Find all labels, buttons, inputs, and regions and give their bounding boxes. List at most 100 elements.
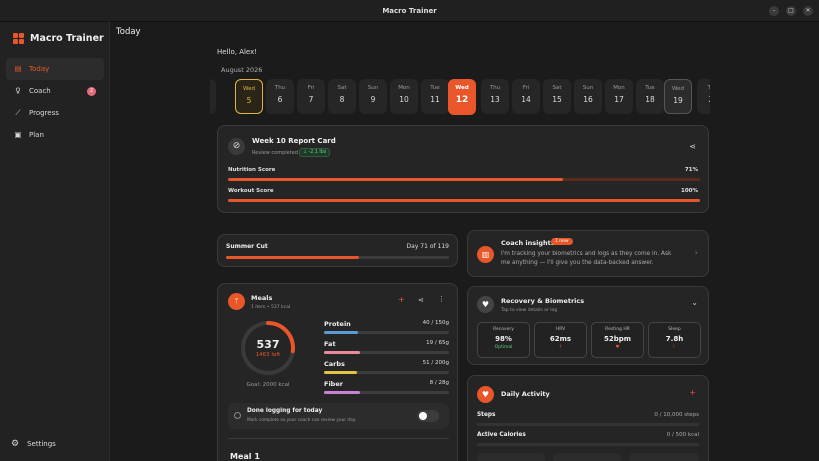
coach-insights-title: Coach insights: [501, 239, 555, 247]
active-calories-bar: [477, 443, 699, 446]
day-12[interactable]: Wed 12: [448, 79, 476, 115]
meal-1-title[interactable]: Meal 1: [230, 452, 260, 461]
heart-icon: ♥: [477, 386, 494, 403]
sidebar-item-label: Coach: [29, 87, 51, 95]
done-logging-subtitle: Mark complete so your coach can review y…: [247, 418, 357, 423]
checkbox-circle-icon[interactable]: [234, 412, 241, 419]
macro-value: 19 / 65g: [426, 340, 449, 346]
chevron-right-icon: ›: [694, 248, 698, 257]
sidebar-item-progress[interactable]: ⟋ Progress: [6, 102, 104, 124]
day-number: 18: [645, 95, 655, 104]
activity-tile[interactable]: [553, 453, 621, 461]
program-progress-text: Day 71 of 119: [406, 243, 449, 250]
sidebar-item-plan[interactable]: ▣ Plan: [6, 124, 104, 146]
activity-tile[interactable]: [629, 453, 699, 461]
report-subtitle: Review completed: [252, 150, 298, 156]
program-progress-bar: [226, 256, 449, 259]
day-number: 19: [673, 96, 683, 105]
maximize-button[interactable]: □: [786, 6, 796, 16]
window-titlebar: Macro Trainer – □ ✕: [0, 0, 819, 22]
day-18[interactable]: Tue 18: [636, 79, 664, 114]
sidebar-item-label: Progress: [29, 109, 59, 117]
sidebar-item-settings[interactable]: ⚙ Settings: [11, 439, 56, 449]
share-icon[interactable]: ⋖: [689, 142, 696, 151]
day-15[interactable]: Sat 15: [543, 79, 571, 114]
steps-value: 0 / 10,000 steps: [654, 412, 699, 418]
calories-left: 1463 left: [255, 352, 281, 358]
day-6[interactable]: Thu 6: [266, 79, 294, 114]
close-button[interactable]: ✕: [803, 6, 813, 16]
macro-fiber: Fiber 8 / 28g: [324, 380, 449, 394]
brand-name: Macro Trainer: [30, 33, 104, 44]
bio-status: Optimal: [494, 345, 513, 350]
trend-up-icon: ↑: [558, 345, 563, 350]
day-13[interactable]: Thu 13: [481, 79, 509, 114]
day-name: Th: [707, 85, 710, 91]
coach-new-badge: 1 new: [551, 238, 573, 245]
bio-tile-hrv[interactable]: HRV 62ms ↑: [534, 322, 587, 358]
day-19[interactable]: Wed 19: [664, 79, 692, 114]
done-logging-row[interactable]: Done logging for today Mark complete so …: [228, 403, 449, 429]
day-number: 13: [490, 95, 500, 104]
day-name: Fri: [522, 85, 530, 91]
sidebar-item-today[interactable]: ▤ Today: [6, 58, 104, 80]
done-logging-toggle[interactable]: [417, 410, 439, 422]
day-2[interactable]: Th 2: [697, 79, 710, 114]
bio-tile-resting-hr[interactable]: Resting HR 52bpm ♥: [591, 322, 644, 358]
program-card[interactable]: Summer Cut Day 71 of 119: [217, 234, 458, 267]
more-icon[interactable]: ⋮: [438, 295, 445, 303]
day-17[interactable]: Mon 17: [605, 79, 633, 114]
add-meal-button[interactable]: +: [398, 295, 405, 304]
day-strip[interactable]: e4Wed5Thu6Fri7Sat8Sun9Mon10Tue11Wed12Thu…: [210, 79, 710, 115]
day-number: 15: [552, 95, 562, 104]
day-16[interactable]: Sun 16: [574, 79, 602, 114]
share-icon[interactable]: ⋖: [418, 296, 424, 304]
sidebar-item-coach[interactable]: ♀ Coach 2: [6, 80, 104, 102]
day-number: 7: [308, 95, 314, 104]
add-activity-button[interactable]: +: [689, 388, 696, 397]
sidebar: Macro Trainer ▤ Today ♀ Coach 2 ⟋ Progre…: [0, 22, 110, 461]
activity-tile[interactable]: [477, 453, 545, 461]
trend-icon: ⟋: [15, 108, 21, 117]
day-name: Thu: [274, 85, 286, 91]
report-title: Week 10 Report Card: [252, 137, 336, 145]
active-calories-value: 0 / 500 kcal: [666, 432, 699, 438]
coach-insights-card[interactable]: ▥ Coach insights 1 new I'm tracking your…: [467, 230, 709, 277]
day-4[interactable]: e4: [210, 79, 216, 114]
steps-label: Steps: [477, 412, 496, 418]
day-7[interactable]: Fri 7: [297, 79, 325, 114]
report-card[interactable]: ⊘ Week 10 Report Card Review completed ↓…: [217, 125, 709, 213]
day-name: e: [210, 85, 216, 91]
bio-tile-sleep[interactable]: Sleep 7.8h ☾: [648, 322, 701, 358]
day-10[interactable]: Mon 10: [390, 79, 418, 114]
day-8[interactable]: Sat 8: [328, 79, 356, 114]
activity-card: ♥ Daily Activity + Steps 0 / 10,000 step…: [467, 375, 709, 461]
day-name: Sat: [337, 85, 347, 91]
day-number: 10: [399, 95, 409, 104]
day-5[interactable]: Wed 5: [235, 79, 263, 114]
day-9[interactable]: Sun 9: [359, 79, 387, 114]
bio-label: Sleep: [668, 327, 681, 332]
workout-score-label: Workout Score: [228, 188, 274, 194]
sidebar-item-label: Plan: [29, 131, 44, 139]
chevron-down-icon[interactable]: ⌄: [691, 298, 698, 307]
day-number: 17: [614, 95, 624, 104]
day-name: Sat: [552, 85, 562, 91]
report-icon: ⊘: [228, 138, 245, 155]
minimize-button[interactable]: –: [769, 6, 779, 16]
day-11[interactable]: Tue 11: [421, 79, 449, 114]
recovery-card[interactable]: ♥ Recovery & Biometrics Tap to view deta…: [467, 286, 709, 365]
day-14[interactable]: Fri 14: [512, 79, 540, 114]
moon-icon: ☾: [672, 345, 677, 350]
day-name: Sun: [582, 85, 594, 91]
activity-title: Daily Activity: [501, 390, 550, 398]
day-number: 11: [430, 95, 440, 104]
settings-label: Settings: [27, 440, 56, 448]
calorie-goal: Goal: 2000 kcal: [246, 382, 290, 388]
window-title: Macro Trainer: [382, 6, 437, 15]
bio-tile-recovery[interactable]: Recovery 98% Optimal: [477, 322, 530, 358]
coach-insights-message: I'm tracking your biometrics and logs as…: [501, 251, 672, 266]
sidebar-item-label: Today: [29, 65, 50, 73]
app-grid-icon: [13, 33, 24, 44]
day-number: 6: [277, 95, 283, 104]
